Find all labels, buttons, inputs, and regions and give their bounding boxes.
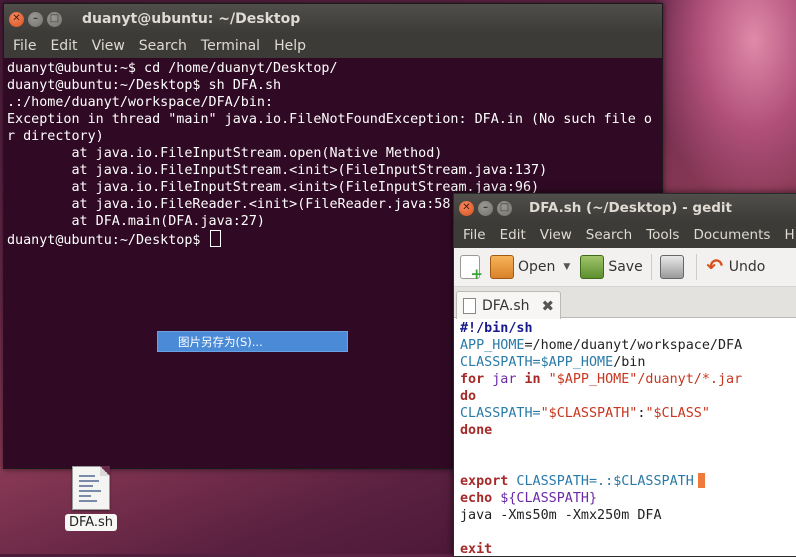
menu-help[interactable]: Help [267, 38, 313, 54]
save-label: Save [608, 259, 643, 275]
undo-button[interactable]: ↶ Undo [705, 254, 766, 278]
terminal-menubar: File Edit View Search Terminal Help [4, 34, 662, 58]
menu-help[interactable]: H [777, 227, 796, 243]
menu-terminal[interactable]: Terminal [194, 38, 267, 54]
code-line: CLASSPATH="$CLASSPATH":"$CLASS" [460, 406, 710, 421]
terminal-line: duanyt@ubuntu:~/Desktop$ sh DFA.sh [7, 78, 282, 93]
save-button[interactable]: Save [580, 255, 643, 279]
terminal-titlebar[interactable]: ✕ – □ duanyt@ubuntu: ~/Desktop [4, 4, 662, 34]
code-line: echo ${CLASSPATH} [460, 491, 598, 506]
desktop-file-label: DFA.sh [64, 514, 118, 531]
printer-icon [659, 255, 684, 279]
new-document-icon [460, 255, 483, 283]
tab-dfa-sh[interactable]: DFA.sh ✖ [456, 291, 562, 319]
code-line: APP_HOME=/home/duanyt/workspace/DFA [460, 338, 743, 353]
save-icon [580, 255, 605, 279]
terminal-line: at java.io.FileInputStream.<init>(FileIn… [7, 163, 548, 178]
gedit-titlebar[interactable]: ✕ – □ DFA.sh (~/Desktop) - gedit [454, 194, 796, 222]
code-editor[interactable]: #!/bin/sh APP_HOME=/home/duanyt/workspace… [454, 318, 796, 557]
new-button[interactable] [460, 255, 484, 283]
code-line: exit [460, 542, 493, 557]
gedit-window[interactable]: ✕ – □ DFA.sh (~/Desktop) - gedit File Ed… [453, 193, 796, 557]
menu-search[interactable]: Search [132, 38, 194, 54]
undo-arrow-icon: ↶ [706, 254, 724, 278]
terminal-title: duanyt@ubuntu: ~/Desktop [82, 11, 301, 27]
menu-view[interactable]: View [85, 38, 132, 54]
code-line: for jar in "$APP_HOME"/duanyt/*.jar [460, 372, 743, 387]
code-line: CLASSPATH=$APP_HOME/bin [460, 355, 646, 370]
code-line: #!/bin/sh [460, 321, 533, 336]
file-icon [463, 297, 476, 314]
text-cursor [697, 473, 705, 488]
toolbar-divider [650, 254, 652, 280]
chevron-down-icon[interactable]: ▼ [563, 262, 570, 272]
maximize-icon[interactable]: □ [497, 200, 512, 216]
terminal-line: duanyt@ubuntu:~$ cd /home/duanyt/Desktop… [7, 61, 338, 76]
menu-search[interactable]: Search [579, 227, 639, 243]
close-icon[interactable]: ✕ [9, 11, 24, 27]
menu-tools[interactable]: Tools [639, 227, 686, 243]
code-line: done [460, 423, 493, 438]
menu-view[interactable]: View [533, 227, 579, 243]
folder-open-icon [490, 255, 514, 279]
menu-file[interactable]: File [6, 38, 43, 54]
maximize-icon[interactable]: □ [47, 11, 62, 27]
print-button[interactable] [659, 255, 688, 279]
menu-documents[interactable]: Documents [686, 227, 777, 243]
open-label: Open [518, 259, 556, 275]
terminal-line: r directory) [7, 129, 104, 144]
code-line: java -Xms50m -Xmx250m DFA [460, 508, 662, 523]
gedit-toolbar: Open ▼ Save ↶ Undo [454, 248, 796, 287]
desktop-wallpaper [656, 0, 796, 200]
code-line: do [460, 389, 477, 404]
desktop-file-dfa-sh[interactable]: DFA.sh [60, 466, 122, 531]
menu-edit[interactable]: Edit [43, 38, 84, 54]
terminal-prompt: duanyt@ubuntu:~/Desktop$ [7, 233, 209, 248]
tab-label: DFA.sh [482, 297, 530, 314]
script-file-icon [72, 466, 110, 510]
undo-label: Undo [728, 259, 766, 275]
menu-file[interactable]: File [456, 227, 493, 243]
terminal-line: .:/home/duanyt/workspace/DFA/bin: [7, 95, 274, 110]
close-tab-icon[interactable]: ✖ [542, 297, 555, 315]
context-menu-save-image[interactable]: 图片另存为(S)... [157, 331, 348, 352]
gedit-menubar: File Edit View Search Tools Documents H [454, 222, 796, 248]
minimize-icon[interactable]: – [478, 200, 493, 216]
toolbar-divider [695, 254, 697, 280]
terminal-cursor [209, 230, 221, 247]
terminal-line: at java.io.FileInputStream.open(Native M… [7, 146, 443, 161]
menu-edit[interactable]: Edit [493, 227, 533, 243]
code-line: export CLASSPATH=.:$CLASSPATH [460, 473, 793, 490]
gedit-tabbar: DFA.sh ✖ [454, 287, 796, 319]
open-button[interactable]: Open [490, 255, 555, 279]
terminal-line: Exception in thread "main" java.io.FileN… [7, 112, 652, 127]
close-icon[interactable]: ✕ [459, 200, 474, 216]
minimize-icon[interactable]: – [28, 11, 43, 27]
